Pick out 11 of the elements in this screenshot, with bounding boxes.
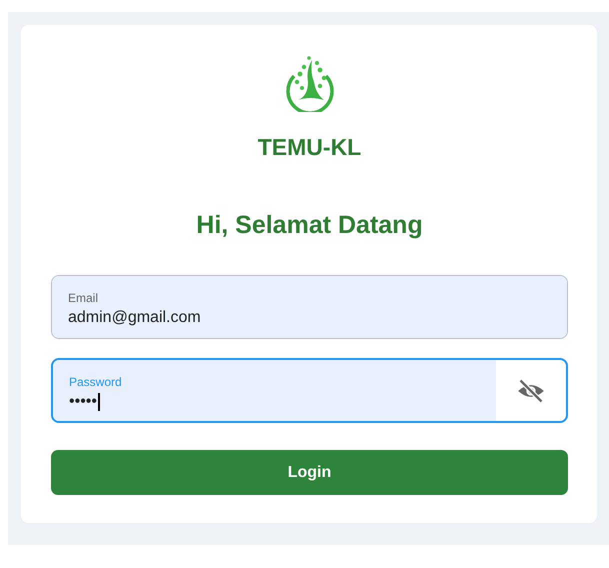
password-field[interactable]: Password ••••• [51, 358, 568, 424]
field-value: ••••• [69, 393, 98, 412]
eye-slash-icon[interactable] [517, 376, 545, 405]
app-name: TEMU-KL [258, 134, 362, 161]
field-label: Email [68, 291, 98, 305]
field-value: admin@gmail.com [68, 309, 201, 327]
login-button[interactable]: Login [51, 450, 568, 496]
email-field[interactable]: Email admin@gmail.com [51, 275, 568, 340]
text-cursor [98, 393, 100, 412]
field-label: Password [69, 375, 122, 390]
greeting-title: Hi, Selamat Datang [196, 211, 423, 240]
